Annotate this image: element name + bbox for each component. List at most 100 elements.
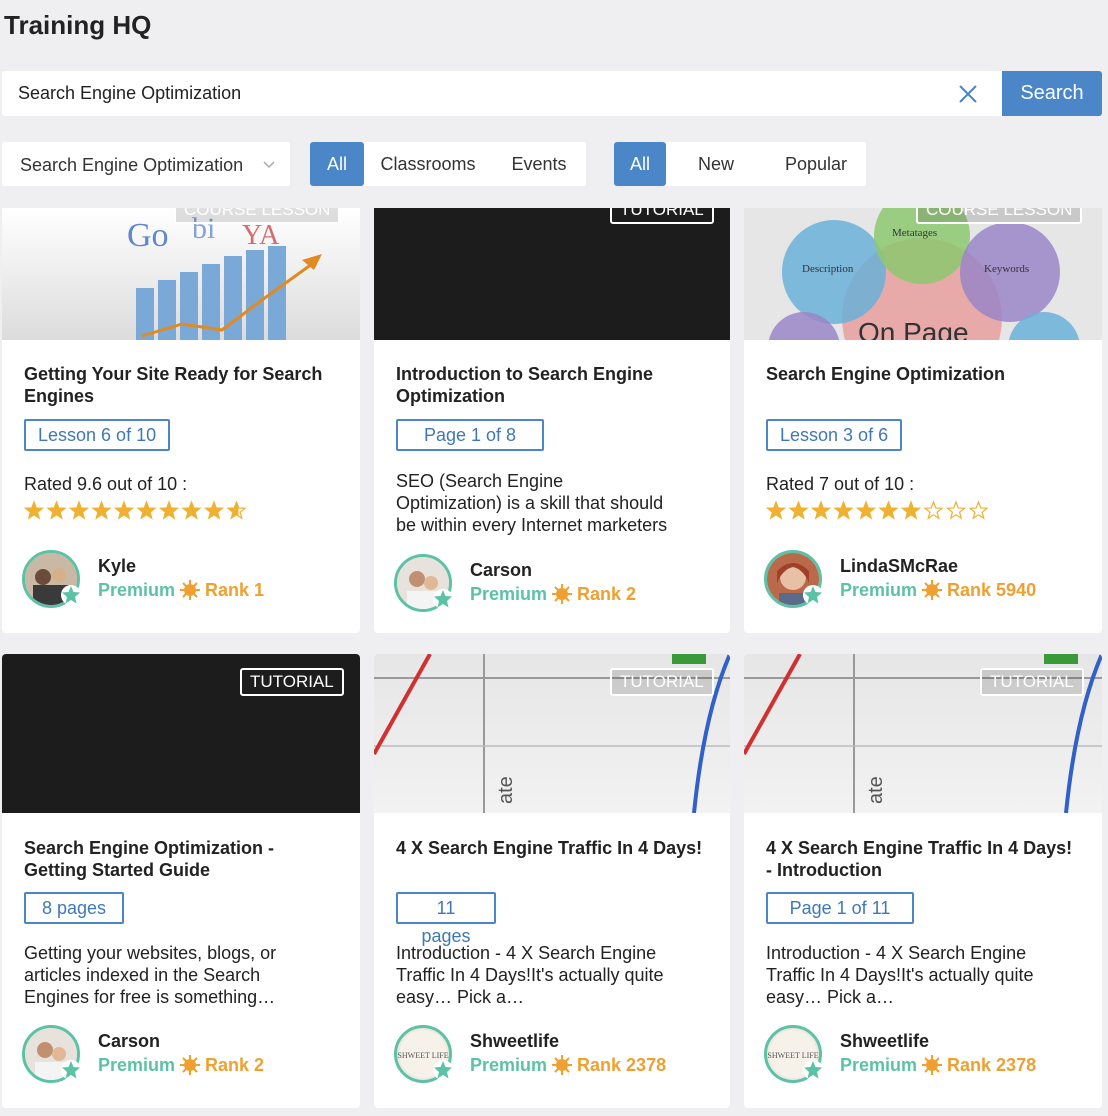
content-type-badge: TUTORIAL xyxy=(610,668,714,696)
rank-badge-icon xyxy=(922,1055,943,1075)
premium-star-icon xyxy=(61,585,81,605)
rank-label: Rank 2 xyxy=(577,583,637,604)
search-button[interactable]: Search xyxy=(1002,71,1102,116)
course-card[interactable]: ate TUTORIAL 4 X Search Engine Traffic I… xyxy=(744,654,1102,1108)
tab-events[interactable]: Events xyxy=(492,142,586,186)
rating-stars xyxy=(24,500,247,520)
card-thumbnail: TUTORIAL xyxy=(2,654,360,813)
progress-pill: Lesson 3 of 6 xyxy=(766,419,903,451)
card-thumbnail: ate TUTORIAL xyxy=(374,654,730,813)
star-filled-icon xyxy=(160,502,178,519)
author-name[interactable]: LindaSMcRae xyxy=(840,556,958,577)
thumb-label: Metatages xyxy=(892,227,937,239)
author-meta: Premium Rank 2 xyxy=(98,1054,264,1076)
rank-label: Rank 5940 xyxy=(947,579,1037,600)
rank-badge-icon xyxy=(180,1055,201,1075)
star-icon xyxy=(923,500,944,520)
membership-label: Premium xyxy=(840,1054,918,1075)
tab-all-sort[interactable]: All xyxy=(614,142,666,186)
author-meta: Premium Rank 1 xyxy=(98,579,264,601)
rank-badge-icon xyxy=(552,1055,573,1075)
close-icon[interactable] xyxy=(955,81,981,107)
star-filled-icon xyxy=(902,502,920,519)
membership-label: Premium xyxy=(470,1054,548,1075)
star-filled-icon xyxy=(857,502,875,519)
card-thumbnail: TUTORIAL xyxy=(374,208,730,340)
star-icon xyxy=(968,500,989,520)
card-title[interactable]: Search Engine Optimization xyxy=(766,363,1082,385)
content-type-badge: TUTORIAL xyxy=(980,668,1084,696)
progress-pill: 11 pages xyxy=(396,892,496,946)
rating-text: Rated 9.6 out of 10 : xyxy=(24,474,188,494)
course-card[interactable]: Metatages Description Keywords On Page C… xyxy=(744,208,1102,633)
author-name[interactable]: Carson xyxy=(98,1031,160,1052)
premium-star-icon xyxy=(61,1060,81,1080)
star-filled-icon xyxy=(137,502,156,519)
svg-text:Go: Go xyxy=(127,217,169,254)
category-select[interactable]: Search Engine Optimization xyxy=(2,142,290,186)
card-description: Getting your websites, blogs, or article… xyxy=(24,943,277,1007)
progress-pill: Page 1 of 11 xyxy=(766,892,914,924)
author-meta: Premium Rank 2 xyxy=(470,583,636,605)
premium-star-icon xyxy=(803,585,823,605)
progress-pill: Lesson 6 of 10 xyxy=(24,419,171,451)
category-select-value: Search Engine Optimization xyxy=(20,155,244,175)
progress-pill: 8 pages xyxy=(24,892,124,924)
star-filled-icon xyxy=(25,502,43,519)
course-card[interactable]: TUTORIAL Introduction to Search Engine O… xyxy=(374,208,730,633)
rank-label: Rank 2378 xyxy=(947,1054,1037,1075)
premium-star-icon xyxy=(433,589,453,609)
content-type-badge: COURSE LESSON xyxy=(174,208,341,224)
type-filter: All Classrooms Events xyxy=(310,142,586,186)
thumb-label: Keywords xyxy=(984,263,1029,275)
tab-classrooms[interactable]: Classrooms xyxy=(364,142,492,186)
progress-pill: Page 1 of 8 xyxy=(396,419,544,451)
card-description: Introduction - 4 X Search Engine Traffic… xyxy=(396,943,664,1007)
star-icon xyxy=(945,500,967,520)
svg-text:ate: ate xyxy=(865,776,887,804)
search-bar xyxy=(2,71,1002,116)
sort-filter: All New Popular xyxy=(614,142,866,186)
rank-badge-icon xyxy=(180,580,201,600)
star-filled-icon xyxy=(205,502,223,519)
rank-label: Rank 2378 xyxy=(577,1054,667,1075)
card-title[interactable]: 4 X Search Engine Traffic In 4 Days! - I… xyxy=(766,837,1082,881)
search-input[interactable] xyxy=(18,71,918,116)
rank-badge-icon xyxy=(922,580,943,600)
star-filled-icon xyxy=(879,502,898,519)
premium-star-icon xyxy=(433,1060,453,1080)
card-title[interactable]: Search Engine Optimization - Getting Sta… xyxy=(24,837,340,881)
thumb-label: On Page xyxy=(858,317,969,340)
star-filled-icon xyxy=(767,502,785,519)
card-title[interactable]: Introduction to Search Engine Optimizati… xyxy=(396,363,710,407)
author-meta: Premium Rank 5940 xyxy=(840,579,1036,601)
course-card[interactable]: Go bi YA COURSE LESSON Getting Your Site… xyxy=(2,208,360,633)
svg-text:ate: ate xyxy=(495,776,517,804)
tab-new[interactable]: New xyxy=(666,142,766,186)
author-name[interactable]: Kyle xyxy=(98,556,136,577)
card-title[interactable]: Getting Your Site Ready for Search Engin… xyxy=(24,363,340,407)
membership-label: Premium xyxy=(470,583,548,604)
thumb-label: Description xyxy=(802,263,854,275)
rating-text: Rated 7 out of 10 : xyxy=(766,474,915,494)
star-filled-icon xyxy=(812,502,830,519)
content-type-badge: COURSE LESSON xyxy=(916,208,1083,224)
author-name[interactable]: Shweetlife xyxy=(470,1031,559,1052)
card-title[interactable]: 4 X Search Engine Traffic In 4 Days! xyxy=(396,837,710,859)
course-card[interactable]: ate TUTORIAL 4 X Search Engine Traffic I… xyxy=(374,654,730,1108)
tab-all-types[interactable]: All xyxy=(310,142,364,186)
author-name[interactable]: Carson xyxy=(470,560,532,581)
rank-label: Rank 1 xyxy=(205,579,265,600)
star-filled-icon xyxy=(789,502,808,519)
card-thumbnail: Go bi YA COURSE LESSON xyxy=(2,208,360,340)
membership-label: Premium xyxy=(840,579,918,600)
membership-label: Premium xyxy=(98,1054,176,1075)
author-name[interactable]: Shweetlife xyxy=(840,1031,929,1052)
tab-popular[interactable]: Popular xyxy=(766,142,866,186)
course-card[interactable]: TUTORIAL Search Engine Optimization - Ge… xyxy=(2,654,360,1108)
star-filled-icon xyxy=(834,502,853,519)
rank-label: Rank 2 xyxy=(205,1054,265,1075)
star-filled-icon xyxy=(92,502,111,519)
chevron-down-icon xyxy=(263,161,275,169)
star-filled-icon xyxy=(182,502,201,519)
